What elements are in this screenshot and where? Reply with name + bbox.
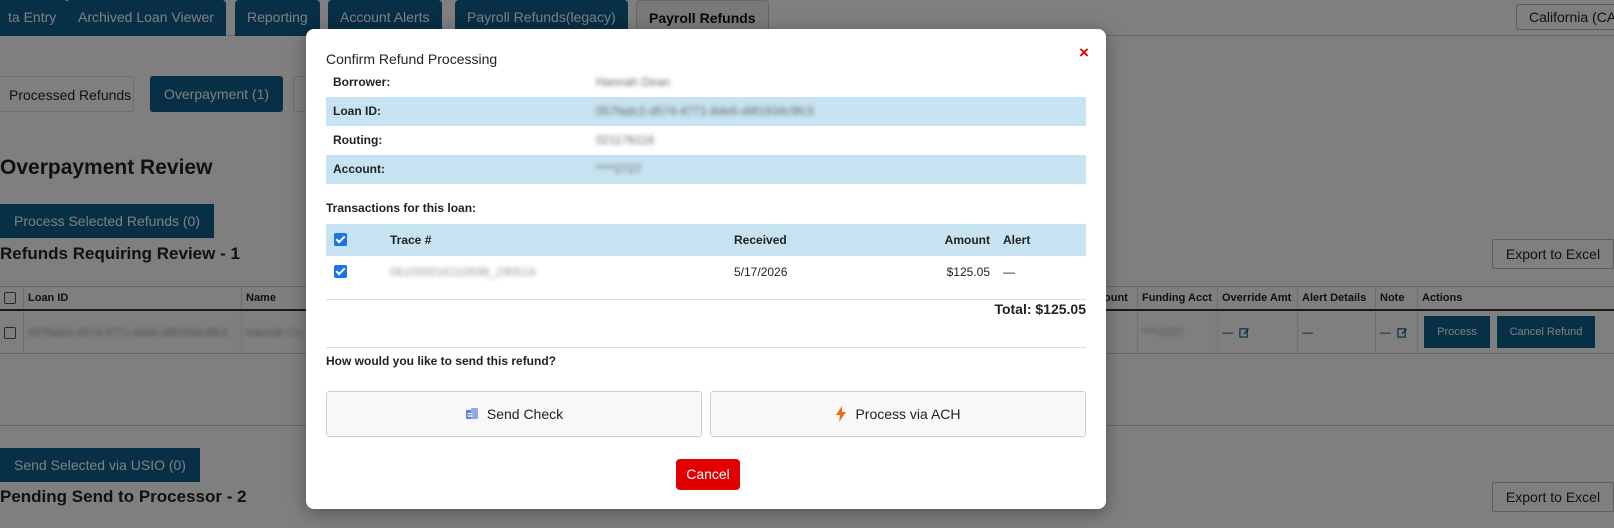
check-payment-icon [465, 408, 478, 419]
borrower-label: Borrower: [333, 75, 391, 89]
transactions-header: Trace # Received Amount Alert [326, 224, 1086, 256]
transaction-checkbox[interactable] [334, 265, 347, 278]
loan-id-label: Loan ID: [333, 104, 381, 118]
col-tx-amount: Amount [944, 233, 990, 247]
info-row-routing: Routing: 021176116 [326, 126, 1086, 155]
select-all-transactions-checkbox[interactable] [334, 233, 347, 246]
tx-received: 5/17/2026 [734, 265, 788, 279]
send-check-button[interactable]: Send Check [326, 391, 702, 437]
modal-title: Confirm Refund Processing [326, 51, 498, 67]
lightning-icon [836, 406, 847, 422]
divider [326, 347, 1086, 348]
tx-trace: 061000016110598_290516 [390, 265, 536, 279]
account-label: Account: [333, 162, 385, 176]
loan-id-value: 057fadc2-d574-4771-8de6-d9f1934c9fc3 [596, 104, 814, 118]
routing-label: Routing: [333, 133, 383, 147]
info-row-borrower: Borrower: Hannah Dean [326, 68, 1086, 97]
send-method-question: How would you like to send this refund? [326, 354, 557, 368]
process-ach-label: Process via ACH [855, 406, 961, 422]
col-trace: Trace # [390, 233, 432, 247]
close-icon[interactable]: × [1079, 43, 1089, 63]
divider [326, 299, 1086, 300]
tx-amount: $125.05 [946, 265, 990, 279]
send-check-label: Send Check [486, 406, 564, 422]
col-alert: Alert [1003, 233, 1031, 247]
tx-alert: — [1003, 265, 1015, 279]
confirm-refund-modal: Confirm Refund Processing × Borrower: Ha… [306, 29, 1106, 509]
transactions-heading: Transactions for this loan: [326, 201, 477, 215]
cancel-button[interactable]: Cancel [676, 459, 740, 490]
borrower-value: Hannah Dean [596, 75, 671, 89]
account-value: ****2727 [596, 162, 642, 176]
col-received: Received [734, 233, 787, 247]
routing-value: 021176116 [596, 133, 655, 147]
info-row-account: Account: ****2727 [326, 155, 1086, 184]
info-row-loan-id: Loan ID: 057fadc2-d574-4771-8de6-d9f1934… [326, 97, 1086, 126]
transactions-total: Total: $125.05 [994, 301, 1086, 317]
table-row: 061000016110598_290516 5/17/2026 $125.05… [326, 256, 1086, 288]
process-ach-button[interactable]: Process via ACH [710, 391, 1086, 437]
